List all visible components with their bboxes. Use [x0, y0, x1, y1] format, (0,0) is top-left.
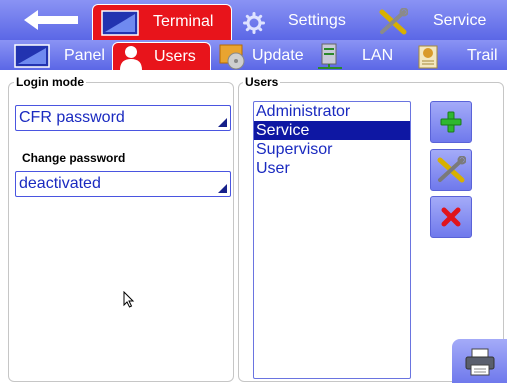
tab-panel[interactable]: Panel: [10, 42, 110, 70]
back-arrow-icon[interactable]: [22, 4, 80, 36]
change-password-value: deactivated: [19, 175, 101, 192]
tab-settings[interactable]: Settings: [233, 4, 368, 40]
tab-panel-label: Panel: [64, 47, 105, 64]
tab-trail[interactable]: Trail: [410, 42, 507, 70]
tab-lan[interactable]: LAN: [312, 42, 408, 70]
sub-nav-bar: Panel Users Update LAN Trail: [0, 40, 507, 70]
tab-lan-label: LAN: [362, 47, 394, 64]
tab-users-label: Users: [154, 48, 196, 65]
list-item[interactable]: Administrator: [254, 102, 410, 121]
audit-trail-icon: [418, 45, 438, 69]
tools-icon: [437, 156, 466, 183]
plus-icon: [440, 111, 462, 133]
dropdown-arrow-icon: [218, 184, 227, 193]
tab-users[interactable]: Users: [112, 42, 211, 70]
login-mode-legend: Login mode: [14, 75, 86, 89]
edit-user-button[interactable]: [430, 149, 472, 191]
add-user-button[interactable]: [430, 101, 472, 143]
print-button[interactable]: [452, 339, 507, 383]
tab-terminal-label: Terminal: [153, 13, 214, 30]
panel-icon: [14, 44, 50, 68]
tab-terminal[interactable]: Terminal: [92, 4, 232, 40]
tab-service-label: Service: [433, 12, 487, 29]
terminal-icon: [101, 10, 139, 36]
close-icon: [441, 207, 461, 227]
server-icon: [318, 43, 342, 69]
change-password-select[interactable]: deactivated: [15, 171, 231, 197]
list-item[interactable]: Supervisor: [254, 140, 410, 159]
tab-service[interactable]: Service: [370, 4, 507, 40]
gear-icon: [243, 12, 265, 34]
printer-icon: [465, 348, 495, 376]
login-mode-value: CFR password: [19, 109, 125, 126]
users-list[interactable]: Administrator Service Supervisor User: [253, 101, 411, 379]
tools-icon: [379, 8, 408, 35]
tab-settings-label: Settings: [288, 12, 346, 29]
tab-update-label: Update: [252, 47, 304, 64]
user-icon: [120, 46, 142, 70]
users-legend: Users: [243, 75, 281, 89]
tab-update[interactable]: Update: [214, 42, 310, 70]
top-nav-bar: Terminal Settings Service: [0, 0, 507, 40]
dropdown-arrow-icon: [218, 118, 227, 127]
tab-trail-label: Trail: [467, 47, 498, 64]
mouse-cursor-icon: [123, 291, 135, 308]
change-password-label: Change password: [22, 151, 126, 165]
login-mode-select[interactable]: CFR password: [15, 105, 231, 131]
list-item[interactable]: User: [254, 159, 410, 178]
list-item[interactable]: Service: [254, 121, 410, 140]
delete-user-button[interactable]: [430, 196, 472, 238]
update-icon: [219, 44, 245, 70]
